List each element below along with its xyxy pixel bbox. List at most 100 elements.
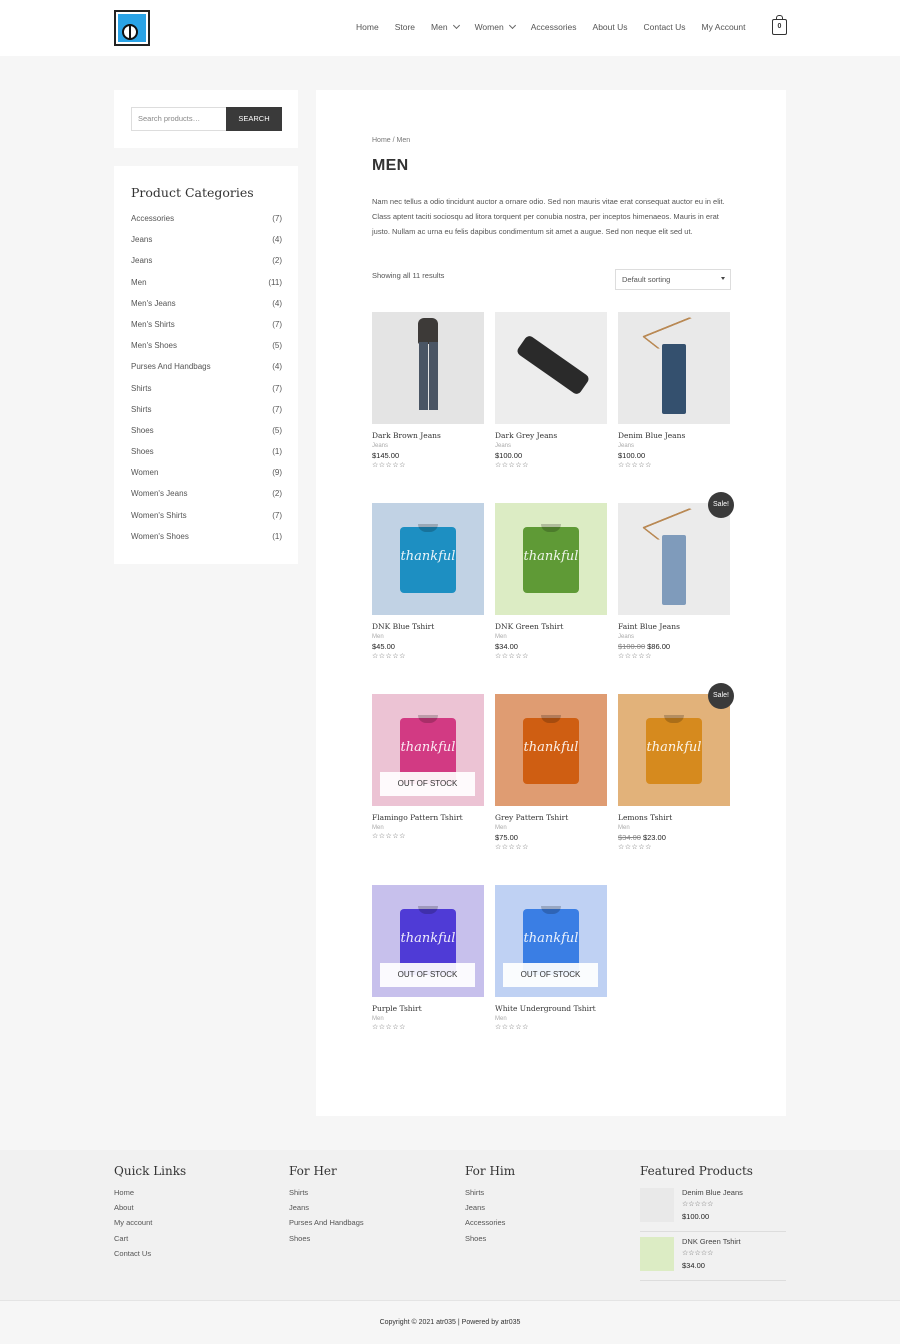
product-image[interactable]: thankful bbox=[372, 503, 484, 615]
category-item[interactable]: Shoes (5) bbox=[131, 426, 282, 447]
category-item[interactable]: Women's Shirts (7) bbox=[131, 511, 282, 532]
category-item[interactable]: Jeans (4) bbox=[131, 235, 282, 256]
category-item[interactable]: Women (9) bbox=[131, 468, 282, 489]
nav-item-men[interactable]: Men bbox=[431, 21, 460, 32]
category-name[interactable]: Shirts bbox=[131, 384, 151, 405]
featured-product-name[interactable]: Denim Blue Jeans bbox=[682, 1188, 743, 1197]
product-image[interactable] bbox=[372, 312, 484, 424]
product-card[interactable]: Dark Grey Jeans Jeans $100.00 ☆☆☆☆☆ bbox=[495, 312, 607, 469]
product-card[interactable]: thankful OUT OF STOCK Purple Tshirt Men ☆☆☆☆… bbox=[372, 885, 484, 1031]
footer-link[interactable]: Contact Us bbox=[114, 1249, 186, 1264]
featured-product[interactable]: Denim Blue Jeans ☆☆☆☆☆ $100.00 bbox=[640, 1188, 786, 1232]
category-name[interactable]: Men's Jeans bbox=[131, 299, 176, 320]
nav-item-contact-us[interactable]: Contact Us bbox=[644, 22, 686, 32]
site-logo[interactable] bbox=[114, 10, 150, 46]
featured-product-thumbnail[interactable] bbox=[640, 1188, 674, 1222]
product-name[interactable]: Faint Blue Jeans bbox=[618, 622, 730, 631]
product-name[interactable]: DNK Green Tshirt bbox=[495, 622, 607, 631]
footer-link[interactable]: My account bbox=[114, 1218, 186, 1233]
product-category: Men bbox=[372, 634, 384, 640]
nav-item-women[interactable]: Women bbox=[475, 21, 516, 32]
footer-link[interactable]: Shirts bbox=[289, 1188, 364, 1203]
category-item[interactable]: Shirts (7) bbox=[131, 405, 282, 426]
category-name[interactable]: Shoes bbox=[131, 447, 154, 468]
footer-link[interactable]: Home bbox=[114, 1188, 186, 1203]
footer-link[interactable]: Shoes bbox=[465, 1234, 515, 1249]
category-item[interactable]: Accessories (7) bbox=[131, 214, 282, 235]
category-name[interactable]: Women's Shirts bbox=[131, 511, 187, 532]
category-item[interactable]: Men's Shoes (5) bbox=[131, 341, 282, 362]
star-rating-icon: ☆☆☆☆☆ bbox=[618, 462, 652, 469]
category-item[interactable]: Women's Shoes (1) bbox=[131, 532, 282, 553]
footer-link[interactable]: Cart bbox=[114, 1234, 186, 1249]
nav-item-home[interactable]: Home bbox=[356, 22, 379, 32]
footer-link[interactable]: Jeans bbox=[465, 1203, 515, 1218]
product-name[interactable]: Denim Blue Jeans bbox=[618, 431, 730, 440]
product-name[interactable]: White Underground Tshirt bbox=[495, 1004, 607, 1013]
footer-link[interactable]: About bbox=[114, 1203, 186, 1218]
nav-item-store[interactable]: Store bbox=[395, 22, 415, 32]
footer-link[interactable]: Jeans bbox=[289, 1203, 364, 1218]
product-image[interactable]: thankful OUT OF STOCK bbox=[372, 694, 484, 806]
product-image[interactable] bbox=[618, 503, 730, 615]
category-name[interactable]: Women bbox=[131, 468, 158, 489]
product-name[interactable]: Lemons Tshirt bbox=[618, 813, 730, 822]
product-image[interactable]: thankful bbox=[495, 694, 607, 806]
footer-link[interactable]: Accessories bbox=[465, 1218, 515, 1233]
product-image[interactable]: thankful bbox=[495, 503, 607, 615]
category-item[interactable]: Men's Shirts (7) bbox=[131, 320, 282, 341]
product-image[interactable]: thankful OUT OF STOCK bbox=[372, 885, 484, 997]
product-image[interactable]: thankful bbox=[618, 694, 730, 806]
category-item[interactable]: Men (11) bbox=[131, 278, 282, 299]
category-name[interactable]: Men's Shoes bbox=[131, 341, 177, 362]
category-item[interactable]: Women's Jeans (2) bbox=[131, 489, 282, 510]
product-image[interactable] bbox=[618, 312, 730, 424]
featured-product[interactable]: DNK Green Tshirt ☆☆☆☆☆ $34.00 bbox=[640, 1237, 786, 1281]
product-card[interactable]: thankful Sale! Lemons Tshirt Men $34.00 $23.0… bbox=[618, 683, 734, 851]
category-item[interactable]: Men's Jeans (4) bbox=[131, 299, 282, 320]
category-item[interactable]: Jeans (2) bbox=[131, 256, 282, 277]
product-name[interactable]: Dark Grey Jeans bbox=[495, 431, 607, 440]
product-card[interactable]: Denim Blue Jeans Jeans $100.00 ☆☆☆☆☆ bbox=[618, 312, 730, 469]
product-card[interactable]: thankful OUT OF STOCK White Underground Ts… bbox=[495, 885, 607, 1031]
featured-product-name[interactable]: DNK Green Tshirt bbox=[682, 1237, 741, 1246]
search-button[interactable]: SEARCH bbox=[226, 107, 282, 131]
nav-item-my-account[interactable]: My Account bbox=[702, 22, 746, 32]
category-name[interactable]: Men's Shirts bbox=[131, 320, 175, 341]
footer-link[interactable]: Purses And Handbags bbox=[289, 1218, 364, 1233]
nav-item-accessories[interactable]: Accessories bbox=[531, 22, 577, 32]
category-item[interactable]: Shirts (7) bbox=[131, 384, 282, 405]
category-name[interactable]: Men bbox=[131, 278, 147, 299]
category-name[interactable]: Purses And Handbags bbox=[131, 362, 211, 383]
search-input[interactable]: Search products… bbox=[131, 107, 227, 131]
category-item[interactable]: Shoes (1) bbox=[131, 447, 282, 468]
category-name[interactable]: Jeans bbox=[131, 235, 152, 256]
category-name[interactable]: Shirts bbox=[131, 405, 151, 426]
featured-product-thumbnail[interactable] bbox=[640, 1237, 674, 1271]
product-card[interactable]: thankful DNK Green Tshirt Men $34.00 ☆☆☆☆☆ bbox=[495, 503, 607, 660]
product-card[interactable]: thankful OUT OF STOCK Flamingo Pattern Tsh… bbox=[372, 694, 484, 840]
category-name[interactable]: Shoes bbox=[131, 426, 154, 447]
product-name[interactable]: DNK Blue Tshirt bbox=[372, 622, 484, 631]
category-name[interactable]: Accessories bbox=[131, 214, 174, 235]
footer-link[interactable]: Shoes bbox=[289, 1234, 364, 1249]
nav-item-about-us[interactable]: About Us bbox=[593, 22, 628, 32]
chevron-down-icon bbox=[452, 21, 460, 30]
product-card[interactable]: thankful DNK Blue Tshirt Men $45.00 ☆☆☆☆☆ bbox=[372, 503, 484, 660]
sorting-select[interactable]: Default sorting bbox=[615, 269, 731, 290]
cart-icon[interactable]: 0 bbox=[772, 15, 787, 35]
product-name[interactable]: Purple Tshirt bbox=[372, 1004, 484, 1013]
product-card[interactable]: thankful Grey Pattern Tshirt Men $75.00 ☆☆☆☆… bbox=[495, 694, 607, 851]
category-name[interactable]: Women's Jeans bbox=[131, 489, 188, 510]
product-name[interactable]: Dark Brown Jeans bbox=[372, 431, 484, 440]
category-name[interactable]: Jeans bbox=[131, 256, 152, 277]
product-name[interactable]: Flamingo Pattern Tshirt bbox=[372, 813, 484, 822]
category-item[interactable]: Purses And Handbags (4) bbox=[131, 362, 282, 383]
product-card[interactable]: Sale! Faint Blue Jeans Jeans $100.00 $86.00 ☆… bbox=[618, 492, 734, 660]
footer-link[interactable]: Shirts bbox=[465, 1188, 515, 1203]
category-name[interactable]: Women's Shoes bbox=[131, 532, 189, 553]
product-image[interactable] bbox=[495, 312, 607, 424]
product-image[interactable]: thankful OUT OF STOCK bbox=[495, 885, 607, 997]
product-card[interactable]: Dark Brown Jeans Jeans $145.00 ☆☆☆☆☆ bbox=[372, 312, 484, 469]
product-name[interactable]: Grey Pattern Tshirt bbox=[495, 813, 607, 822]
